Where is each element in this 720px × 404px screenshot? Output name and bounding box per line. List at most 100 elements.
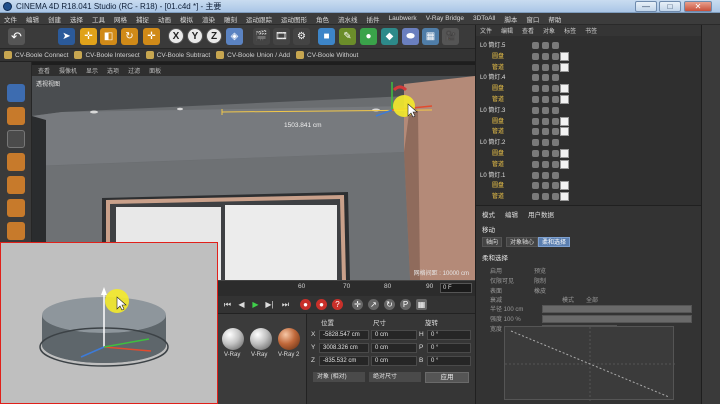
falloff-curve-graph[interactable] xyxy=(504,326,675,401)
visibility-toggles[interactable] xyxy=(532,42,559,49)
material-tag-icon[interactable] xyxy=(560,149,569,158)
viewport-menu-panel[interactable]: 面板 xyxy=(149,66,161,75)
material-preview[interactable] xyxy=(250,328,272,350)
polygons-mode-icon[interactable] xyxy=(7,199,25,217)
menu-mograph[interactable]: 运动图形 xyxy=(281,14,307,24)
points-mode-icon[interactable] xyxy=(7,153,25,171)
cv-boole-union-button[interactable]: CV-Boole Union / Add xyxy=(216,51,290,59)
scale-tool-icon[interactable]: ◧ xyxy=(100,28,117,45)
record-keys-icon[interactable]: ● xyxy=(300,299,311,310)
autokey-icon[interactable]: ● xyxy=(316,299,327,310)
material-tag-icon[interactable] xyxy=(560,95,569,104)
material-tag-icon[interactable] xyxy=(560,84,569,94)
x-axis-lock-button[interactable]: X xyxy=(168,28,184,44)
object-child-row[interactable]: 圆盘 xyxy=(476,149,702,159)
position-key-icon[interactable]: ✛ xyxy=(352,299,363,310)
menu-window[interactable]: 窗口 xyxy=(526,14,539,24)
rotation-key-icon[interactable]: ↻ xyxy=(384,299,395,310)
array-generator-icon[interactable]: ◆ xyxy=(381,28,398,45)
tab-axis[interactable]: 轴向 xyxy=(482,237,503,247)
om-menu-file[interactable]: 文件 xyxy=(480,26,492,35)
om-menu-tags[interactable]: 标签 xyxy=(564,26,576,35)
tab-soft-selection[interactable]: 柔和选择 xyxy=(538,237,571,247)
am-menu-mode[interactable]: 模式 xyxy=(482,209,495,219)
visibility-toggles[interactable] xyxy=(532,63,559,71)
minimize-button[interactable]: — xyxy=(635,1,657,12)
object-group-row[interactable]: L0 筒灯.4 xyxy=(476,73,702,83)
undo-icon[interactable]: ↶ xyxy=(8,28,25,45)
object-child-row[interactable]: 管道 xyxy=(476,62,702,73)
workplane-mode-icon[interactable] xyxy=(7,130,25,148)
cube-primitive-icon[interactable]: ■ xyxy=(318,28,335,45)
camera-icon[interactable]: 🎥 xyxy=(442,28,459,45)
maximize-button[interactable]: □ xyxy=(659,1,681,12)
viewport-menu-cameras[interactable]: 摄像机 xyxy=(59,66,77,75)
material-preview[interactable] xyxy=(222,328,244,350)
apply-button[interactable]: 应用 xyxy=(425,372,469,383)
menu-mesh[interactable]: 网格 xyxy=(114,14,127,24)
material-tag-icon[interactable] xyxy=(560,181,569,191)
size-z-field[interactable]: 0 cm xyxy=(371,356,417,366)
viewport-menu-filter[interactable]: 过滤 xyxy=(128,66,140,75)
menu-script[interactable]: 脚本 xyxy=(504,14,517,24)
menu-sculpt[interactable]: 雕刻 xyxy=(224,14,237,24)
mode-value[interactable]: 全部 xyxy=(586,295,598,304)
am-menu-userdata[interactable]: 用户数据 xyxy=(528,209,554,219)
deformer-icon[interactable]: ⬬ xyxy=(402,28,419,45)
visibility-toggles[interactable] xyxy=(532,182,559,190)
object-child-row[interactable]: 圆盘 xyxy=(476,181,702,191)
render-view-icon[interactable]: 🎬 xyxy=(253,28,270,45)
select-arrow-icon[interactable]: ➤ xyxy=(58,28,75,45)
object-group-row[interactable]: L0 筒灯.3 xyxy=(476,106,702,116)
material-tag-icon[interactable] xyxy=(560,116,569,126)
cv-boole-without-button[interactable]: CV-Boole Without xyxy=(296,51,358,59)
visibility-toggles[interactable] xyxy=(532,193,559,201)
subdivision-surface-icon[interactable]: ● xyxy=(360,28,377,45)
object-child-row[interactable]: 管道 xyxy=(476,127,702,137)
texture-mode-icon[interactable] xyxy=(7,107,25,125)
visibility-toggles[interactable] xyxy=(532,160,559,168)
visibility-toggles[interactable] xyxy=(532,106,559,114)
go-to-end-icon[interactable]: ⏭ xyxy=(280,299,291,310)
object-group-row[interactable]: L0 筒灯.1 xyxy=(476,171,702,181)
menu-create[interactable]: 创建 xyxy=(48,14,61,24)
parameter-key-icon[interactable]: P xyxy=(400,299,411,310)
size-y-field[interactable]: 0 cm xyxy=(371,343,417,353)
menu-motion-tracker[interactable]: 运动跟踪 xyxy=(246,14,272,24)
previous-frame-icon[interactable]: ◀ xyxy=(236,299,247,310)
size-mode-select[interactable]: 绝对尺寸 xyxy=(369,372,421,382)
go-to-start-icon[interactable]: ⏮ xyxy=(222,299,233,310)
keyframe-selection-icon[interactable]: ? xyxy=(332,299,343,310)
viewport-menu-view[interactable]: 查看 xyxy=(38,66,50,75)
scale-key-icon[interactable]: ↗ xyxy=(368,299,379,310)
menu-tools[interactable]: 工具 xyxy=(92,14,105,24)
pen-spline-icon[interactable]: ✎ xyxy=(339,28,356,45)
menu-pipeline[interactable]: 流水线 xyxy=(338,14,358,24)
object-child-row[interactable]: 圆盘 xyxy=(476,51,702,62)
edges-mode-icon[interactable] xyxy=(7,176,25,194)
visibility-toggles[interactable] xyxy=(532,96,559,103)
enable-axis-icon[interactable] xyxy=(7,222,25,240)
next-frame-icon[interactable]: ▶| xyxy=(264,299,275,310)
size-x-field[interactable]: 0 cm xyxy=(371,330,417,340)
material-preview[interactable] xyxy=(278,328,300,350)
render-picture-viewer-icon[interactable]: 🎞 xyxy=(273,28,290,45)
position-z-field[interactable]: -835.532 cm xyxy=(319,356,369,366)
menu-help[interactable]: 帮助 xyxy=(548,14,561,24)
menu-render[interactable]: 渲染 xyxy=(202,14,215,24)
menu-file[interactable]: 文件 xyxy=(4,14,17,24)
material-tag-icon[interactable] xyxy=(560,51,569,61)
visibility-toggles[interactable] xyxy=(532,128,559,136)
visibility-toggles[interactable] xyxy=(532,74,559,82)
viewport-menu-options[interactable]: 选项 xyxy=(107,66,119,75)
close-button[interactable]: ✕ xyxy=(684,1,712,12)
cv-boole-connect-button[interactable]: CV-Boole Connect xyxy=(4,51,68,59)
material-tag-icon[interactable] xyxy=(560,159,569,169)
visibility-toggles[interactable] xyxy=(532,52,559,60)
menu-plugins[interactable]: 插件 xyxy=(367,14,380,24)
menu-laubwerk[interactable]: Laubwerk xyxy=(389,15,417,22)
object-group-row[interactable]: L0 筒灯.5 xyxy=(476,41,702,51)
tab-object-axis[interactable]: 对象轴心 xyxy=(506,237,539,247)
object-child-row[interactable]: 管道 xyxy=(476,159,702,170)
cv-boole-subtract-button[interactable]: CV-Boole Subtract xyxy=(145,51,210,59)
